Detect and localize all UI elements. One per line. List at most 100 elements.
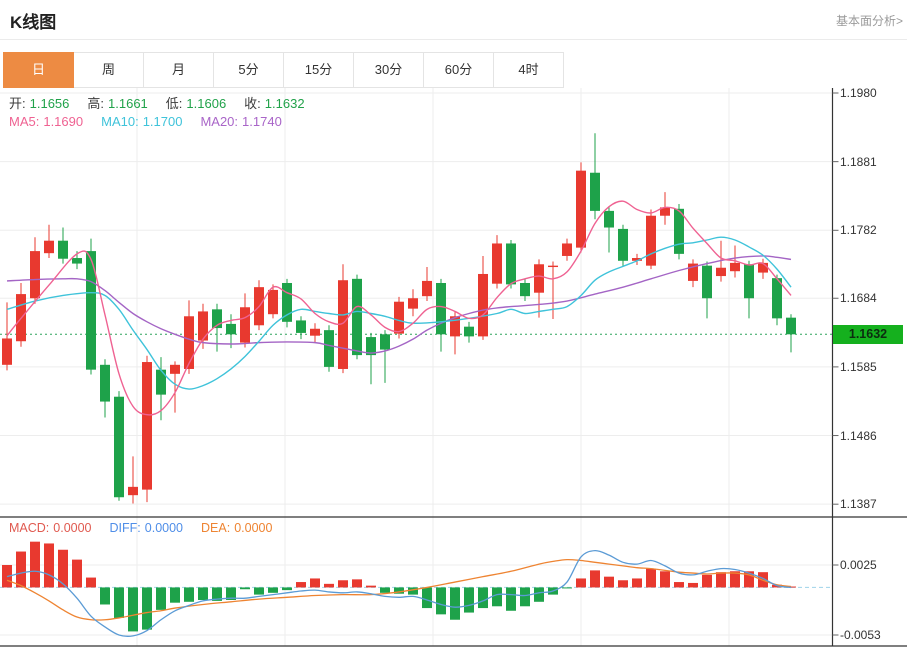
ma20-value: 1.1740 [242,114,282,129]
macd-bar [184,587,194,601]
candle [744,264,754,298]
y-axis-label: 1.1980 [840,85,904,101]
candle [604,211,614,228]
candle [422,281,432,296]
candle [2,338,12,364]
macd-bar [338,580,348,587]
macd-bar [576,578,586,587]
macd-bar [114,587,124,618]
candle [184,316,194,369]
candle [646,216,656,266]
ohlc-legend: 开:1.1656高:1.1661低:1.1606收:1.1632 [9,93,309,112]
ma20-label: MA20: [200,114,238,129]
candle [506,243,516,284]
candle [44,241,54,253]
macd-bar [86,578,96,588]
macd-bar [688,583,698,587]
diff-label: DIFF: [110,521,141,535]
candle [198,311,208,340]
candle [492,243,502,283]
ma5-value: 1.1690 [43,114,83,129]
candle [548,266,558,267]
macd-bar [562,587,572,588]
macd-bar [380,587,390,592]
candle [562,243,572,255]
macd-bar [156,587,166,609]
macd-value: 0.0000 [53,521,91,535]
candle [702,266,712,299]
ma5-label: MA5: [9,114,39,129]
macd-bar [674,582,684,587]
candle [142,362,152,490]
candle [282,283,292,322]
candle [296,320,306,332]
candle [590,173,600,211]
close-label: 收: [244,96,261,111]
low-label: 低: [166,96,183,111]
candle [72,258,82,264]
macd-bar [72,560,82,588]
dea-label: DEA: [201,521,230,535]
macd-bar [310,578,320,587]
macd-bar [646,569,656,588]
y-axis-label: 1.1486 [840,428,904,444]
macd-bar [464,587,474,612]
macd-bar [240,587,250,589]
macd-bar [170,587,180,602]
macd-legend: MACD:0.0000DIFF:0.0000DEA:0.0000 [9,521,276,535]
candle [268,290,278,314]
macd-bar [702,575,712,588]
macd-bar [506,587,516,610]
high-value: 1.1661 [108,96,148,111]
macd-bar [296,582,306,587]
macd-bar [324,584,334,588]
dea-value: 0.0000 [234,521,272,535]
candle [730,263,740,271]
candle [478,274,488,336]
macd-bar [590,570,600,587]
candle [310,329,320,336]
ma-legend: MA5: 1.1690 MA10: 1.1700 MA20: 1.1740 [9,114,286,129]
macd-bar [366,586,376,588]
candle [576,171,586,248]
candle [394,302,404,334]
macd-bar [254,587,264,594]
candle [114,397,124,498]
macd-bar [100,587,110,604]
open-label: 开: [9,96,26,111]
macd-bar [632,578,642,587]
macd-bar [44,543,54,587]
macd-bar [478,587,488,608]
candle [58,241,68,259]
candle [380,334,390,349]
y-axis-label: 1.1881 [840,154,904,170]
macd-bar [30,542,40,588]
macd-bar [142,587,152,629]
candle [772,278,782,318]
macd-bar [128,587,138,631]
macd-bar [352,579,362,587]
ma10-label: MA10: [101,114,139,129]
macd-bar [604,577,614,588]
candle [156,370,166,395]
candle [520,283,530,296]
candle [128,487,138,495]
macd-bar [282,587,292,590]
period-tab-0[interactable]: 日 [3,52,74,88]
macd-bar [660,571,670,587]
candle [352,279,362,355]
candle [226,324,236,334]
candle [464,327,474,337]
ma10-value: 1.1700 [143,114,183,129]
macd-bar [534,587,544,601]
candle [436,283,446,334]
current-price-badge: 1.1632 [833,325,903,344]
macd-bar [716,572,726,587]
macd-axis-label: 0.0025 [840,557,904,573]
macd-axis-label: -0.0053 [840,627,904,643]
high-label: 高: [87,96,104,111]
candle [30,251,40,298]
macd-bar [492,587,502,606]
y-axis-label: 1.1684 [840,290,904,306]
candle [618,229,628,261]
